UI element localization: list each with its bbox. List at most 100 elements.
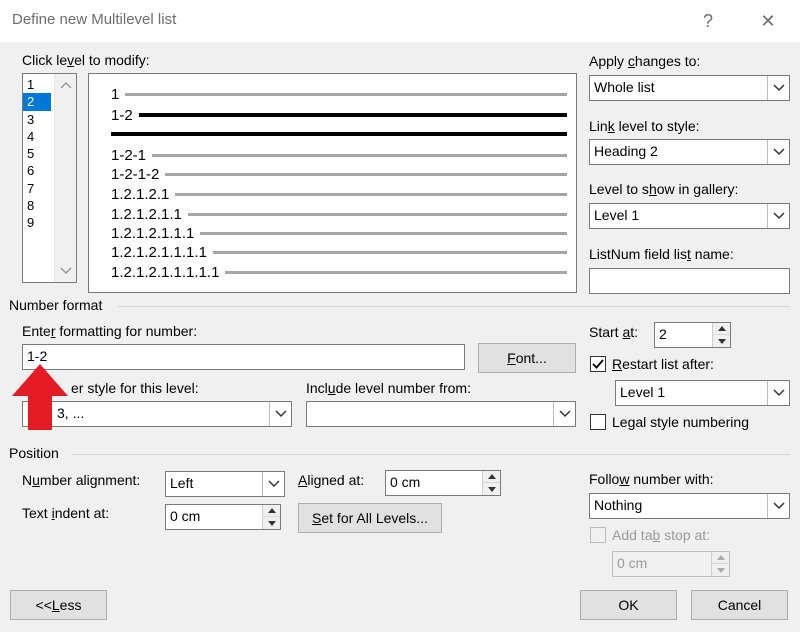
level-scrollbar[interactable]: [54, 74, 76, 282]
spin-up-icon[interactable]: [263, 505, 280, 517]
spin-down-icon[interactable]: [263, 517, 280, 529]
tab-stop-spinner[interactable]: 0 cm: [612, 551, 730, 577]
include-level-label: Include level number from:: [306, 380, 471, 396]
less-button[interactable]: << Less: [10, 590, 107, 620]
preview-row: 1: [111, 84, 567, 104]
preview-row: 1-2: [111, 105, 567, 125]
preview-number: 1.2.1.2.1.1.1.1.1: [111, 263, 220, 281]
position-heading: Position: [9, 445, 59, 461]
preview-line: [175, 192, 567, 196]
preview-number: 1.2.1.2.1.1.1.1: [111, 243, 207, 261]
window-title: Define new Multilevel list: [12, 11, 177, 28]
preview-line: [187, 212, 567, 216]
preview-line: [212, 250, 567, 254]
ok-button[interactable]: OK: [580, 590, 677, 620]
spin-up-icon[interactable]: [713, 323, 730, 335]
number-format-input[interactable]: 1-2: [22, 344, 465, 370]
help-button[interactable]: ?: [690, 6, 726, 36]
close-button[interactable]: ✕: [750, 6, 786, 36]
preview-line: [138, 113, 567, 117]
listnum-label: ListNum field list name:: [589, 246, 734, 262]
level-listbox[interactable]: 123456789: [22, 73, 77, 283]
chevron-down-icon[interactable]: [767, 494, 789, 518]
scroll-down-icon[interactable]: [55, 260, 77, 280]
spin-down-icon[interactable]: [483, 483, 500, 495]
chevron-down-icon[interactable]: [262, 472, 284, 496]
preview-row: 1.2.1.2.1.1.1: [111, 223, 567, 243]
preview-line: [111, 132, 567, 136]
preview-line: [152, 153, 567, 157]
preview-line: [200, 231, 567, 235]
preview-number: 1.2.1.2.1: [111, 185, 170, 203]
text-indent-spinner[interactable]: 0 cm: [165, 504, 281, 530]
preview-row: 1.2.1.2.1.1.1.1.1: [111, 262, 567, 282]
scroll-up-icon[interactable]: [55, 76, 77, 96]
spin-up-icon[interactable]: [483, 471, 500, 483]
preview-row: [111, 124, 567, 144]
close-icon: ✕: [760, 10, 776, 31]
spin-up-icon[interactable]: [712, 552, 729, 564]
font-button[interactable]: Font...: [478, 343, 576, 373]
help-icon: ?: [702, 10, 713, 31]
preview-number: 1.2.1.2.1.1: [111, 205, 182, 223]
apply-changes-label: Apply changes to:: [589, 53, 701, 69]
spin-down-icon[interactable]: [713, 335, 730, 347]
preview-number: 1-2: [111, 106, 133, 124]
follow-number-combo[interactable]: Nothing: [589, 493, 790, 519]
chevron-down-icon[interactable]: [767, 76, 789, 100]
link-level-combo[interactable]: Heading 2: [589, 139, 790, 165]
chevron-down-icon[interactable]: [553, 402, 575, 426]
chevron-down-icon[interactable]: [767, 204, 789, 228]
preview-row: 1-2-1-2: [111, 164, 567, 184]
preview-number: 1-2-1-2: [111, 165, 160, 183]
preview-line: [165, 172, 567, 176]
spin-down-icon[interactable]: [712, 564, 729, 576]
restart-level-combo[interactable]: Level 1: [615, 380, 790, 406]
link-level-label: Link level to style:: [589, 118, 700, 134]
preview-row: 1.2.1.2.1.1: [111, 204, 567, 224]
section-divider: [72, 454, 790, 455]
preview-line: [225, 270, 567, 274]
add-tab-stop-checkbox[interactable]: [590, 527, 606, 543]
number-alignment-combo[interactable]: Left: [165, 471, 285, 497]
listnum-input[interactable]: [589, 268, 790, 294]
checkmark-icon: [592, 359, 604, 369]
gallery-level-label: Level to show in gallery:: [589, 181, 739, 197]
number-alignment-label: Number alignment:: [22, 472, 141, 488]
start-at-spinner[interactable]: 2: [654, 322, 731, 348]
gallery-level-combo[interactable]: Level 1: [589, 203, 790, 229]
legal-style-label: Legal style numbering: [612, 414, 749, 430]
number-style-label: er style for this level:: [71, 380, 199, 396]
include-level-combo[interactable]: [306, 401, 576, 427]
preview-line: [125, 92, 567, 96]
chevron-down-icon[interactable]: [767, 140, 789, 164]
aligned-at-spinner[interactable]: 0 cm: [385, 470, 501, 496]
level-list-label: Click level to modify:: [22, 52, 150, 68]
preview-number: 1-2-1: [111, 146, 147, 164]
preview-number: 1: [111, 85, 120, 103]
enter-format-label: Enter formatting for number:: [22, 323, 198, 339]
restart-list-checkbox[interactable]: [590, 356, 606, 372]
legal-style-checkbox[interactable]: [590, 414, 606, 430]
add-tab-stop-label: Add tab stop at:: [612, 527, 711, 543]
number-format-heading: Number format: [9, 297, 103, 313]
preview-row: 1-2-1: [111, 145, 567, 165]
chevron-down-icon[interactable]: [767, 381, 789, 405]
restart-list-label: Restart list after:: [612, 356, 714, 372]
preview-row: 1.2.1.2.1: [111, 184, 567, 204]
text-indent-label: Text indent at:: [22, 505, 110, 521]
set-for-all-levels-button[interactable]: Set for All Levels...: [298, 503, 442, 533]
title-bar: Define new Multilevel list ? ✕: [0, 0, 800, 42]
chevron-down-icon[interactable]: [269, 402, 291, 426]
preview-number: 1.2.1.2.1.1.1: [111, 224, 195, 242]
level-item[interactable]: 2: [23, 93, 51, 111]
follow-number-label: Follow number with:: [589, 471, 714, 487]
aligned-at-label: Aligned at:: [298, 472, 365, 488]
cancel-button[interactable]: Cancel: [691, 590, 788, 620]
apply-changes-combo[interactable]: Whole list: [589, 75, 790, 101]
annotation-arrow-icon: [12, 364, 68, 430]
start-at-label: Start at:: [589, 324, 639, 340]
list-preview: 1 1-2 1-2-1 1-2-1-2 1.2.1.2.1 1.2.1.2.1.1 1.2.…: [88, 73, 577, 293]
preview-row: 1.2.1.2.1.1.1.1: [111, 242, 567, 262]
section-divider: [118, 306, 790, 307]
